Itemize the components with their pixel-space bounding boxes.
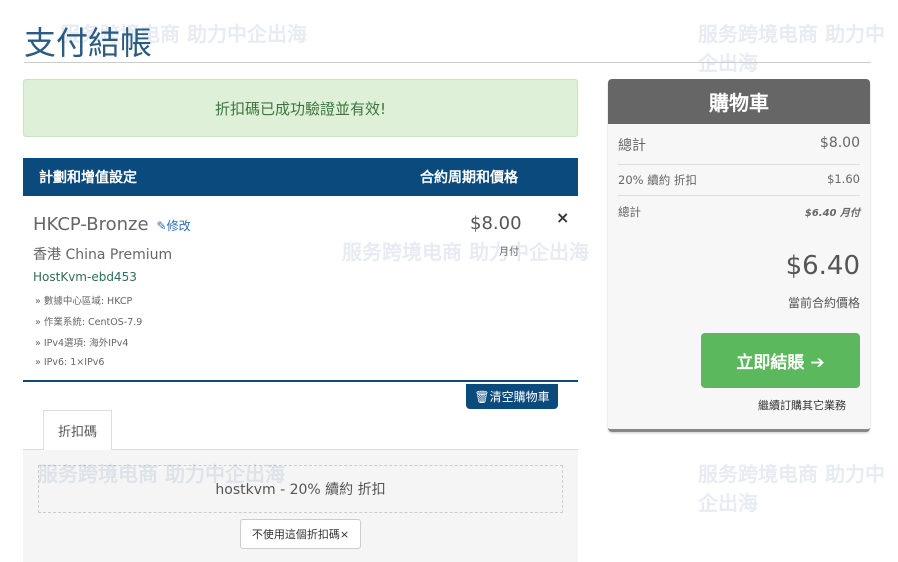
recurring-row: 總計 $6.40 月付 [618,205,860,219]
total-label: 當前合約價格 [787,296,860,310]
col-price: 合約周期和價格 [420,170,518,186]
cart-title: 購物車 [608,79,870,124]
pencil-icon: ✎ [156,219,167,233]
total-due: $6.40 [785,251,860,281]
subtotal-row: 總計 $8.00 [618,135,860,165]
hostname: HostKvm-ebd453 [33,270,137,284]
cart-item: HKCP-Bronze ✎修改 香港 China Premium HostKvm-… [23,196,578,382]
page-title: 支付結帳 [24,24,153,62]
detail-row: » IPv4選項: 海外IPv4 [35,338,129,349]
watermark: 服务跨境电商 助力中企出海 [698,462,885,515]
remove-item-icon[interactable]: × [556,208,569,227]
product-name: HKCP-Bronze ✎修改 [33,214,191,235]
col-plan: 計劃和增值設定 [39,170,137,186]
product-group: 香港 China Premium [33,247,173,263]
order-summary: 購物車 總計 $8.00 20% 續約 折扣 $1.60 總計 $6.40 月付 $6… [608,79,870,432]
detail-row: » 數據中心區域: HKCP [35,296,133,307]
remove-promo-button[interactable]: 不使用這個折扣碼× [240,519,361,549]
applied-promo: hostkvm - 20% 續約 折扣 [38,465,563,513]
table-header: 計劃和增值設定 合約周期和價格 [23,158,578,196]
detail-row: » 作業系統: CentOS-7.9 [35,317,143,328]
empty-cart-button[interactable]: 🗑 清空購物車 [466,384,558,409]
edit-link[interactable]: ✎修改 [157,219,191,233]
promo-panel: hostkvm - 20% 續約 折扣 不使用這個折扣碼× [23,449,578,562]
alert-text: 折扣碼已成功驗證並有效! [214,99,386,118]
detail-row: » IPv6: 1×IPv6 [35,357,105,368]
divider [24,62,871,63]
item-price: $8.00 [470,213,522,234]
watermark: 服务跨境电商 助力中企出海 [698,22,885,75]
tab-promo-code[interactable]: 折扣碼 [43,410,112,450]
trash-icon: 🗑 [474,389,490,404]
discount-row: 20% 續約 折扣 $1.60 [618,172,860,196]
checkout-button[interactable]: 立即結賬 ➔ [701,333,860,388]
success-alert: 折扣碼已成功驗證並有效! [23,79,578,137]
continue-shopping-link[interactable]: 繼續訂購其它業務 [758,397,846,413]
billing-cycle: 月付 [499,247,519,258]
